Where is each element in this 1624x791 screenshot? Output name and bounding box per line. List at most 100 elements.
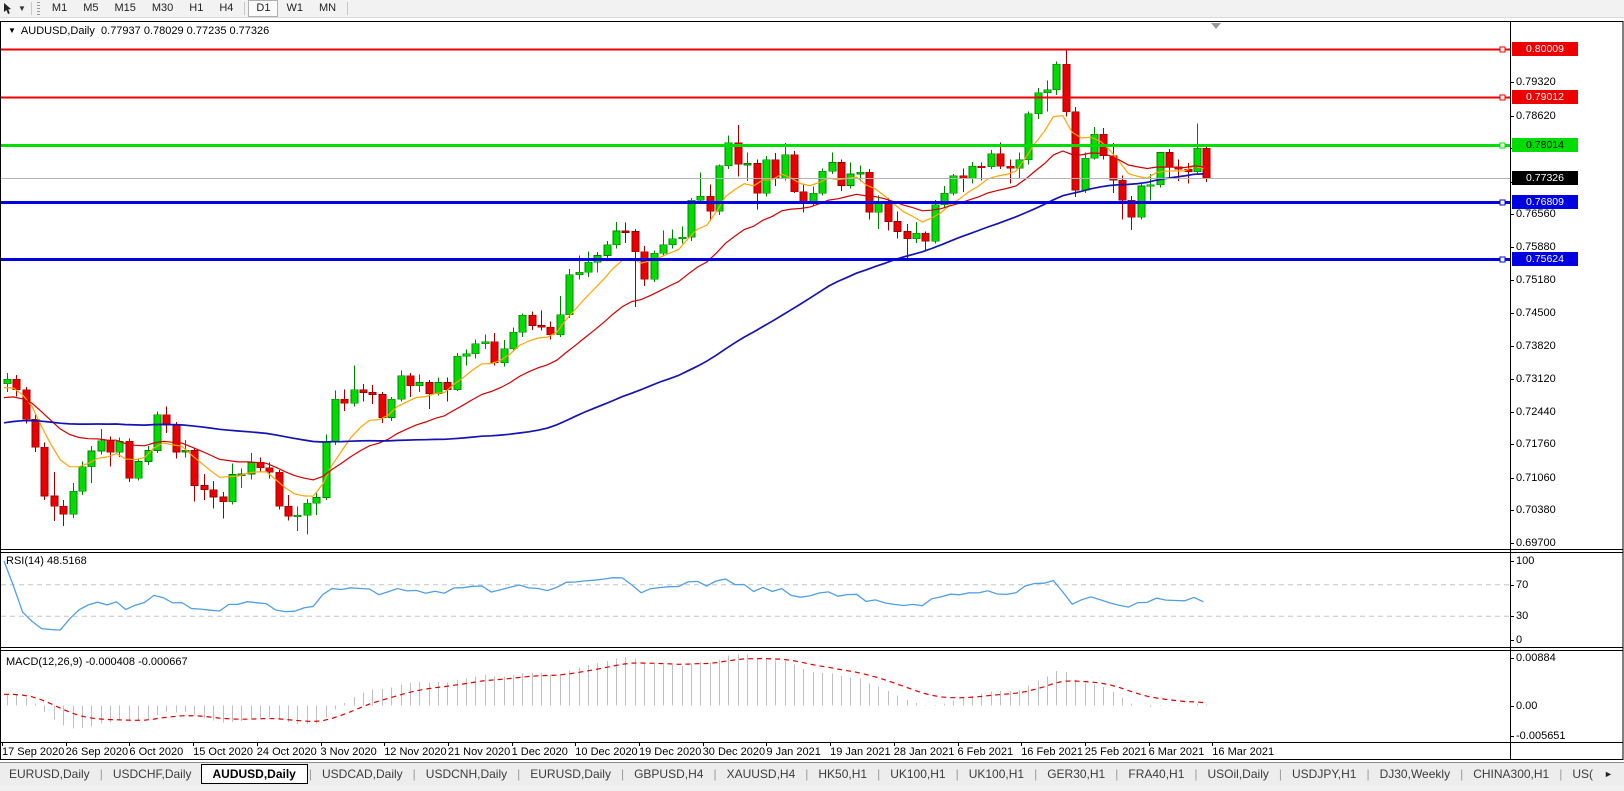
candle-body [829,163,836,172]
date-tick-label: 26 Sep 2020 [66,746,128,758]
rsi-tick-label: 70 [1516,579,1616,591]
candle-body [60,506,67,514]
chart-title: ▼AUDUSD,Daily 0.77937 0.78029 0.77235 0.… [8,25,269,37]
chart-tab-dj30-weekly[interactable]: DJ30,Weekly [1371,765,1459,783]
candle-body [660,245,667,253]
candle-body [547,327,554,334]
date-tick-label: 10 Dec 2020 [575,746,637,758]
chart-tab-usdcnh-daily[interactable]: USDCNH,Daily [417,765,516,783]
candle-body [688,200,695,237]
chart-tab-us-[interactable]: US( [1563,765,1602,783]
macd-signal-value: -0.000667 [138,656,188,668]
chart-tab-ger30-h1[interactable]: GER30,H1 [1038,765,1114,783]
chart-tab-usdcad-daily[interactable]: USDCAD,Daily [313,765,412,783]
candle-body [669,239,676,245]
candle-body [969,166,976,178]
macd-indicator-label: MACD(12,26,9) -0.000408 -0.000667 [6,656,188,668]
candle-body [416,382,423,385]
chart-canvas[interactable] [0,0,1624,791]
price-tick-label: 0.71760 [1516,438,1616,450]
price-tick-label: 0.76560 [1516,208,1616,220]
candle-body [1035,93,1042,114]
candle-body [1203,148,1210,177]
candle-body [88,451,95,467]
candle-body [426,382,433,393]
date-tick-label: 15 Oct 2020 [193,746,253,758]
date-tick-label: 1 Dec 2020 [512,746,568,758]
candle-body [482,342,489,344]
candle-body [1007,166,1014,168]
candle-body [360,390,367,393]
chart-tab-usoil-daily[interactable]: USOil,Daily [1199,765,1278,783]
chart-tab-eurusd-daily[interactable]: EURUSD,Daily [521,765,620,783]
macd-tick-label: 0.00 [1516,700,1616,712]
price-tick-label: 0.78620 [1516,110,1616,122]
line-handle[interactable] [1500,47,1505,52]
candle-body [51,496,58,506]
candle-body [229,474,236,501]
collapse-triangle-icon[interactable]: ▼ [8,26,16,35]
candle-body [491,342,498,363]
chart-tab-usdchf-daily[interactable]: USDCHF,Daily [104,765,201,783]
macd-tick-label: 0.00884 [1516,652,1616,664]
candle-body [838,163,845,186]
candle-body [4,379,11,384]
candle-body [529,315,536,325]
level-price-badge: 0.76809 [1512,195,1578,209]
date-tick-label: 3 Nov 2020 [321,746,377,758]
date-tick-label: 28 Jan 2021 [894,746,955,758]
price-tick-label: 0.71060 [1516,472,1616,484]
rsi-indicator-label: RSI(14) 48.5168 [6,555,87,567]
candle-body [323,442,330,497]
price-tick-label: 0.73820 [1516,340,1616,352]
line-handle[interactable] [1500,200,1505,205]
candle-body [622,231,629,233]
price-tick-label: 0.72440 [1516,406,1616,418]
candle-body [894,221,901,231]
chart-tab-bar: EURUSD,Daily|USDCHF,DailyAUDUSD,Daily|US… [0,762,1624,786]
candle-body [201,486,208,490]
candle-body [1082,158,1089,190]
candle-body [285,506,292,516]
tab-scroll-right-icon[interactable]: ► [1604,769,1613,779]
candle-body [566,275,573,315]
chart-tab-usdjpy-h1[interactable]: USDJPY,H1 [1283,765,1365,783]
candle-body [641,252,648,280]
ohlc-low: 0.77235 [187,25,227,37]
rsi-tick-label: 100 [1516,555,1616,567]
level-price-badge: 0.80009 [1512,42,1578,56]
candle-body [697,196,704,200]
candle-body [791,155,798,192]
candle-body [79,467,86,491]
date-tick-label: 19 Jan 2021 [830,746,891,758]
date-tick-label: 9 Jan 2021 [766,746,820,758]
line-handle[interactable] [1500,143,1505,148]
candle-body [341,399,348,403]
symbol-label: AUDUSD,Daily [21,25,95,37]
chart-tab-eurusd-daily[interactable]: EURUSD,Daily [0,765,99,783]
candle-body [604,245,611,256]
line-handle[interactable] [1500,257,1505,262]
candle-body [220,497,227,502]
candle-body [407,376,414,386]
candle-body [510,332,517,349]
status-strip [0,785,1624,791]
chart-tab-gbpusd-h4[interactable]: GBPUSD,H4 [625,765,712,783]
chart-tab-xauusd-h4[interactable]: XAUUSD,H4 [718,765,805,783]
macd-tick-label: -0.005651 [1516,730,1616,742]
chart-tab-china300-h1[interactable]: CHINA300,H1 [1464,765,1558,783]
chart-tab-audusd-daily[interactable]: AUDUSD,Daily [201,764,308,784]
line-handle[interactable] [1500,95,1505,100]
chart-tab-uk100-h1[interactable]: UK100,H1 [881,765,954,783]
date-tick-label: 24 Oct 2020 [257,746,317,758]
candle-body [1063,64,1070,111]
chart-tab-hk50-h1[interactable]: HK50,H1 [809,765,876,783]
date-tick-label: 19 Dec 2020 [639,746,701,758]
candle-body [1166,152,1173,166]
candle-body [266,468,273,472]
candle-body [107,441,114,453]
level-price-badge: 0.78014 [1512,138,1578,152]
chart-tab-fra40-h1[interactable]: FRA40,H1 [1119,765,1193,783]
candle-body [744,163,751,165]
chart-tab-uk100-h1[interactable]: UK100,H1 [960,765,1033,783]
